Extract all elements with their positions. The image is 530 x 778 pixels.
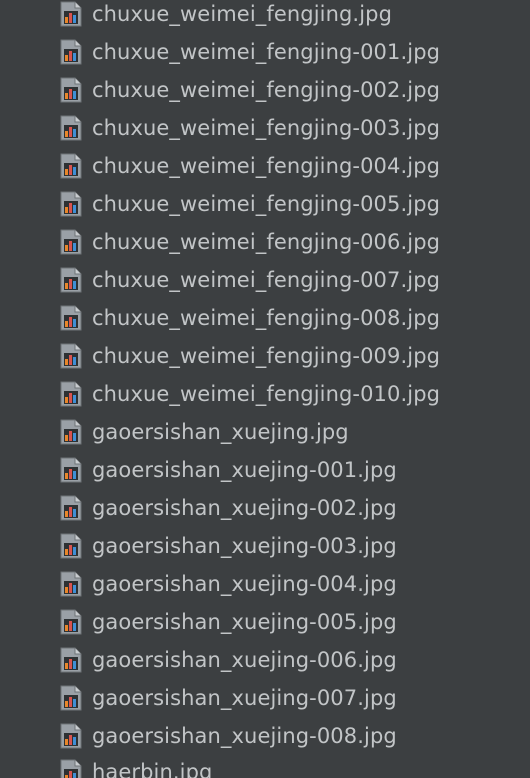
file-name: chuxue_weimei_fengjing-010.jpg	[92, 382, 441, 406]
file-row[interactable]: gaoersishan_xuejing.jpg	[0, 413, 530, 451]
image-file-icon	[60, 115, 82, 141]
file-name: gaoersishan_xuejing-004.jpg	[92, 572, 397, 596]
image-file-icon	[60, 229, 82, 255]
file-row[interactable]: gaoersishan_xuejing-006.jpg	[0, 641, 530, 679]
file-name: chuxue_weimei_fengjing-001.jpg	[92, 40, 441, 64]
file-row[interactable]: chuxue_weimei_fengjing-006.jpg	[0, 223, 530, 261]
file-row[interactable]: chuxue_weimei_fengjing-002.jpg	[0, 71, 530, 109]
image-file-icon	[60, 647, 82, 673]
file-row[interactable]: chuxue_weimei_fengjing-005.jpg	[0, 185, 530, 223]
file-row[interactable]: chuxue_weimei_fengjing-001.jpg	[0, 33, 530, 71]
file-name: gaoersishan_xuejing-002.jpg	[92, 496, 397, 520]
image-file-icon	[60, 495, 82, 521]
file-name: chuxue_weimei_fengjing-004.jpg	[92, 154, 441, 178]
file-name: chuxue_weimei_fengjing-006.jpg	[92, 230, 441, 254]
image-file-icon	[60, 571, 82, 597]
file-row[interactable]: chuxue_weimei_fengjing-010.jpg	[0, 375, 530, 413]
file-name: chuxue_weimei_fengjing.jpg	[92, 2, 392, 26]
file-name: chuxue_weimei_fengjing-003.jpg	[92, 116, 441, 140]
file-row[interactable]: gaoersishan_xuejing-007.jpg	[0, 679, 530, 717]
file-row[interactable]: gaoersishan_xuejing-002.jpg	[0, 489, 530, 527]
image-file-icon	[60, 533, 82, 559]
image-file-icon	[60, 759, 82, 778]
file-name: chuxue_weimei_fengjing-005.jpg	[92, 192, 441, 216]
file-name: chuxue_weimei_fengjing-007.jpg	[92, 268, 441, 292]
file-row[interactable]: gaoersishan_xuejing-008.jpg	[0, 717, 530, 755]
image-file-icon	[60, 191, 82, 217]
file-row[interactable]: gaoersishan_xuejing-003.jpg	[0, 527, 530, 565]
file-row[interactable]: gaoersishan_xuejing-001.jpg	[0, 451, 530, 489]
file-row[interactable]: chuxue_weimei_fengjing-004.jpg	[0, 147, 530, 185]
file-name: gaoersishan_xuejing.jpg	[92, 420, 349, 444]
image-file-icon	[60, 685, 82, 711]
image-file-icon	[60, 381, 82, 407]
file-name: gaoersishan_xuejing-006.jpg	[92, 648, 397, 672]
file-name: gaoersishan_xuejing-005.jpg	[92, 610, 397, 634]
file-row[interactable]: haerbin.jpg	[0, 755, 530, 778]
file-name: chuxue_weimei_fengjing-002.jpg	[92, 78, 441, 102]
file-name: haerbin.jpg	[92, 760, 213, 778]
image-file-icon	[60, 267, 82, 293]
file-name: chuxue_weimei_fengjing-008.jpg	[92, 306, 441, 330]
file-name: gaoersishan_xuejing-007.jpg	[92, 686, 397, 710]
file-row[interactable]: chuxue_weimei_fengjing-008.jpg	[0, 299, 530, 337]
file-row[interactable]: chuxue_weimei_fengjing-003.jpg	[0, 109, 530, 147]
image-file-icon	[60, 723, 82, 749]
image-file-icon	[60, 305, 82, 331]
image-file-icon	[60, 419, 82, 445]
image-file-icon	[60, 609, 82, 635]
file-name: gaoersishan_xuejing-001.jpg	[92, 458, 397, 482]
file-row[interactable]: chuxue_weimei_fengjing-009.jpg	[0, 337, 530, 375]
file-row[interactable]: gaoersishan_xuejing-004.jpg	[0, 565, 530, 603]
file-row[interactable]: chuxue_weimei_fengjing-007.jpg	[0, 261, 530, 299]
file-name: chuxue_weimei_fengjing-009.jpg	[92, 344, 441, 368]
image-file-icon	[60, 153, 82, 179]
image-file-icon	[60, 77, 82, 103]
file-row[interactable]: gaoersishan_xuejing-005.jpg	[0, 603, 530, 641]
file-name: gaoersishan_xuejing-008.jpg	[92, 724, 397, 748]
image-file-icon	[60, 39, 82, 65]
image-file-icon	[60, 1, 82, 27]
project-file-list: chuxue_weimei_fengjing.jpg chuxue_weimei…	[0, 0, 530, 778]
file-name: gaoersishan_xuejing-003.jpg	[92, 534, 397, 558]
image-file-icon	[60, 457, 82, 483]
image-file-icon	[60, 343, 82, 369]
file-row[interactable]: chuxue_weimei_fengjing.jpg	[0, 0, 530, 33]
